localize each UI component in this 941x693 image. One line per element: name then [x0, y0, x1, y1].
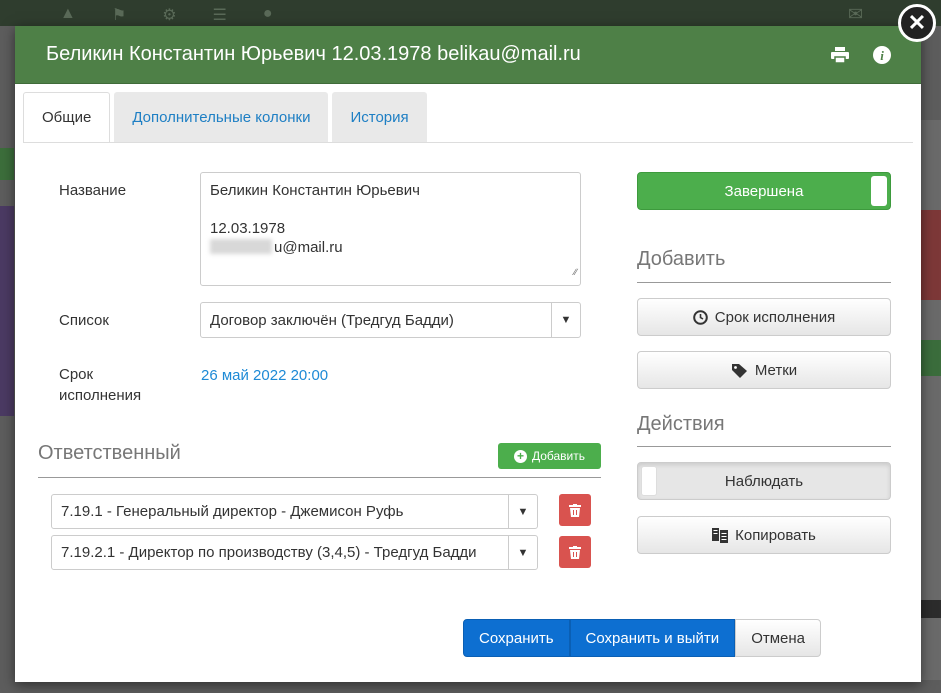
copy-button[interactable]: Копировать — [637, 516, 891, 554]
name-line-1: Беликин Константин Юрьевич — [210, 182, 420, 199]
add-responsible-button[interactable]: + Добавить — [498, 443, 601, 469]
plus-icon: + — [513, 449, 527, 463]
tab-history[interactable]: История — [332, 92, 427, 143]
modal-title: Беликин Константин Юрьевич 12.03.1978 be… — [46, 43, 581, 65]
toggle-knob — [641, 466, 657, 496]
add-section-title: Добавить — [637, 248, 726, 270]
responsible-divider — [38, 477, 601, 478]
modal-header: Беликин Константин Юрьевич 12.03.1978 be… — [15, 26, 921, 84]
responsible-select[interactable]: 7.19.1 - Генеральный директор - Джемисон… — [51, 494, 538, 529]
delete-responsible-button[interactable] — [559, 494, 591, 526]
tab-general[interactable]: Общие — [23, 92, 111, 143]
name-label: Название — [59, 182, 127, 199]
background-element — [921, 120, 941, 680]
background-element — [921, 340, 941, 376]
clock-icon — [692, 309, 708, 325]
tab-bar: Общие Дополнительные колонки История — [23, 92, 431, 143]
due-date-link[interactable]: 26 май 2022 20:00 — [201, 367, 328, 384]
due-label: Срок исполнения — [59, 366, 142, 404]
responsible-title: Ответственный — [38, 442, 181, 464]
close-icon[interactable]: ✕ — [898, 4, 936, 42]
background-element — [921, 210, 941, 300]
tags-button[interactable]: Метки — [637, 351, 891, 389]
actions-section-title: Действия — [637, 413, 725, 435]
background-element — [0, 206, 14, 416]
due-date-button[interactable]: Срок исполнения — [637, 298, 891, 336]
svg-text:i: i — [880, 48, 884, 63]
trash-icon — [569, 545, 581, 559]
chevron-down-icon: ▼ — [551, 303, 580, 337]
tag-icon — [731, 363, 747, 378]
chevron-down-icon: ▼ — [508, 536, 537, 569]
redacted-text — [210, 239, 272, 254]
actions-section-divider — [637, 446, 891, 447]
background-nav-icons: ▲ ⚑ ⚙ ☰ ● — [60, 5, 273, 24]
responsible-value: 7.19.2.1 - Директор по производству (3,4… — [61, 544, 477, 561]
cancel-button[interactable]: Отмена — [735, 619, 822, 657]
copy-icon — [712, 527, 729, 543]
mail-icon: ✉ — [848, 4, 864, 24]
delete-responsible-button[interactable] — [559, 536, 591, 568]
name-line-2: 12.03.1978 — [210, 220, 286, 237]
trash-icon — [569, 503, 581, 517]
name-textarea[interactable]: Беликин Константин Юрьевич 12.03.1978 u@ma… — [200, 172, 581, 286]
responsible-select[interactable]: 7.19.2.1 - Директор по производству (3,4… — [51, 535, 538, 570]
list-select[interactable]: Договор заключён (Тредгуд Бадди) ▼ — [200, 302, 581, 338]
status-toggle-button[interactable]: Завершена — [637, 172, 891, 210]
responsible-value: 7.19.1 - Генеральный директор - Джемисон… — [61, 503, 404, 520]
list-label: Список — [59, 312, 109, 329]
tab-additional-columns[interactable]: Дополнительные колонки — [114, 92, 329, 143]
print-icon[interactable] — [827, 42, 853, 68]
tab-divider — [23, 142, 913, 143]
save-and-exit-button[interactable]: Сохранить и выйти — [569, 619, 736, 657]
list-select-value: Договор заключён (Тредгуд Бадди) — [210, 311, 454, 329]
toggle-knob — [871, 176, 887, 206]
task-modal: Беликин Константин Юрьевич 12.03.1978 be… — [15, 26, 921, 682]
name-line-3: u@mail.ru — [210, 238, 571, 257]
chevron-down-icon: ▼ — [508, 495, 537, 528]
footer-button-group: Сохранить Сохранить и выйти Отмена — [463, 619, 822, 657]
background-element — [0, 148, 14, 180]
background-element — [921, 600, 941, 618]
watch-toggle-button[interactable]: Наблюдать — [637, 462, 891, 500]
background-topbar: ▲ ⚑ ⚙ ☰ ● ✉ — [0, 0, 941, 26]
save-button[interactable]: Сохранить — [463, 619, 570, 657]
resize-grip-icon[interactable]: ∕∕ — [574, 263, 577, 282]
info-icon[interactable]: i — [869, 42, 895, 68]
add-section-divider — [637, 282, 891, 283]
